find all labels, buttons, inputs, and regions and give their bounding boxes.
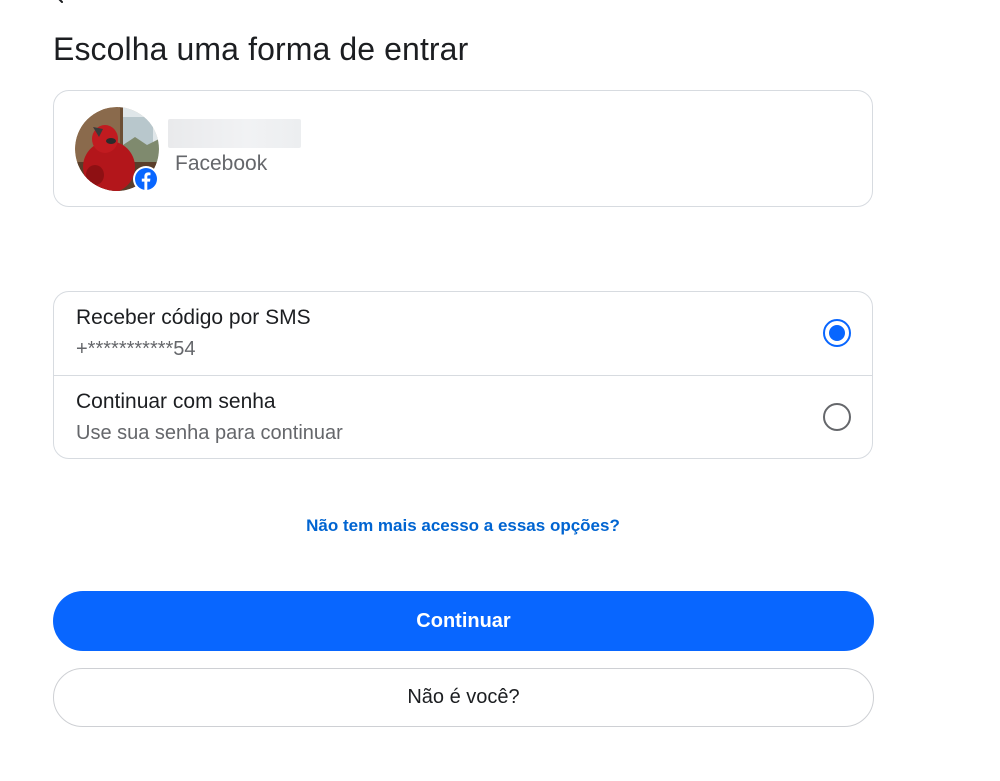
option-subtitle: Use sua senha para continuar bbox=[76, 422, 343, 444]
option-subtitle: +***********54 bbox=[76, 338, 196, 360]
option-title: Receber código por SMS bbox=[76, 306, 311, 329]
radio-selected[interactable] bbox=[823, 319, 851, 347]
account-card: Facebook bbox=[53, 90, 873, 207]
page-title: Escolha uma forma de entrar bbox=[53, 31, 469, 67]
login-options-list: Receber código por SMS +***********54 Co… bbox=[53, 291, 873, 459]
option-sms-code[interactable]: Receber código por SMS +***********54 bbox=[54, 292, 872, 375]
no-access-link[interactable]: Não tem mais acesso a essas opções? bbox=[0, 516, 926, 536]
option-password[interactable]: Continuar com senha Use sua senha para c… bbox=[54, 375, 872, 458]
account-platform-label: Facebook bbox=[175, 152, 268, 175]
option-title: Continuar com senha bbox=[76, 390, 276, 413]
continue-button[interactable]: Continuar bbox=[53, 591, 874, 651]
login-method-page: Escolha uma forma de entrar Facebook Rec… bbox=[0, 0, 1000, 781]
radio-unselected[interactable] bbox=[823, 403, 851, 431]
not-you-button[interactable]: Não é você? bbox=[53, 668, 874, 727]
avatar bbox=[75, 107, 159, 192]
facebook-logo-icon bbox=[133, 166, 159, 192]
account-name-redacted bbox=[168, 119, 301, 148]
chevron-left-icon[interactable] bbox=[52, 0, 68, 4]
